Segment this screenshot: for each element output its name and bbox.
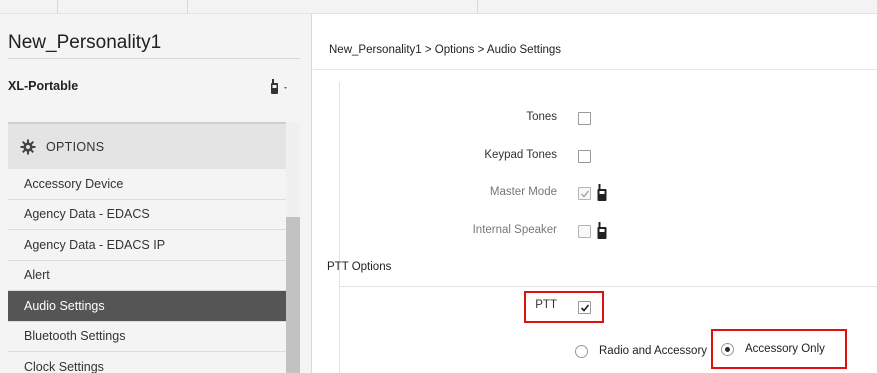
check-icon [580, 190, 590, 198]
ptt-checkbox[interactable] [578, 301, 591, 314]
settings-panel: New_Personality1 > Options > Audio Setti… [313, 14, 877, 373]
top-tab[interactable] [0, 0, 58, 14]
divider [339, 82, 340, 373]
master-mode-checkbox[interactable] [578, 187, 591, 200]
personality-title: New_Personality1 [8, 32, 162, 53]
portable-radio-icon [271, 79, 287, 94]
portable-radio-icon [597, 184, 607, 201]
accessory-only-radio[interactable] [721, 343, 734, 356]
device-dropdown-button[interactable] [268, 76, 292, 98]
options-menu-label: OPTIONS [46, 139, 105, 154]
keypad-tones-checkbox[interactable] [578, 150, 591, 163]
menu-item-alert[interactable]: Alert [8, 260, 286, 291]
internal-speaker-label: Internal Speaker [472, 224, 557, 236]
menu-scrollbar[interactable] [286, 122, 300, 373]
device-name: XL-Portable [8, 79, 79, 93]
options-menu: OPTIONS Accessory Device Agency Data - E… [8, 122, 286, 373]
portable-radio-icon [597, 222, 607, 239]
device-selector: XL-Portable [8, 76, 300, 100]
breadcrumb: New_Personality1 > Options > Audio Setti… [329, 44, 562, 56]
accessory-only-label: Accessory Only [745, 343, 825, 355]
menu-item-accessory-device[interactable]: Accessory Device [8, 169, 286, 200]
top-tab[interactable] [188, 0, 478, 14]
menu-item-bluetooth-settings[interactable]: Bluetooth Settings [8, 321, 286, 352]
menu-item-audio-settings[interactable]: Audio Settings [8, 291, 286, 322]
divider [313, 69, 877, 70]
left-panel: New_Personality1 XL-Portable OPTIONS Acc… [0, 14, 312, 373]
check-icon [580, 304, 590, 312]
menu-item-agency-data-edacs-ip[interactable]: Agency Data - EDACS IP [8, 230, 286, 261]
ptt-options-title: PTT Options [327, 261, 392, 273]
internal-speaker-checkbox[interactable] [578, 225, 591, 238]
top-tab[interactable] [58, 0, 188, 14]
keypad-tones-label: Keypad Tones [484, 149, 557, 161]
menu-scrollbar-thumb[interactable] [286, 217, 300, 373]
radio-and-accessory-label: Radio and Accessory [599, 345, 708, 357]
divider [8, 58, 300, 59]
window-top-strip [0, 0, 877, 14]
divider [339, 286, 877, 287]
master-mode-label: Master Mode [489, 186, 557, 198]
menu-item-clock-settings[interactable]: Clock Settings [8, 352, 286, 373]
options-menu-header[interactable]: OPTIONS [8, 122, 286, 169]
menu-item-agency-data-edacs[interactable]: Agency Data - EDACS [8, 199, 286, 230]
radio-and-accessory-radio[interactable] [575, 345, 588, 358]
tones-checkbox[interactable] [578, 112, 591, 125]
tones-label: Tones [526, 111, 557, 123]
gear-icon [20, 139, 36, 154]
chevron-down-icon [284, 87, 287, 89]
ptt-label: PTT [535, 299, 557, 311]
